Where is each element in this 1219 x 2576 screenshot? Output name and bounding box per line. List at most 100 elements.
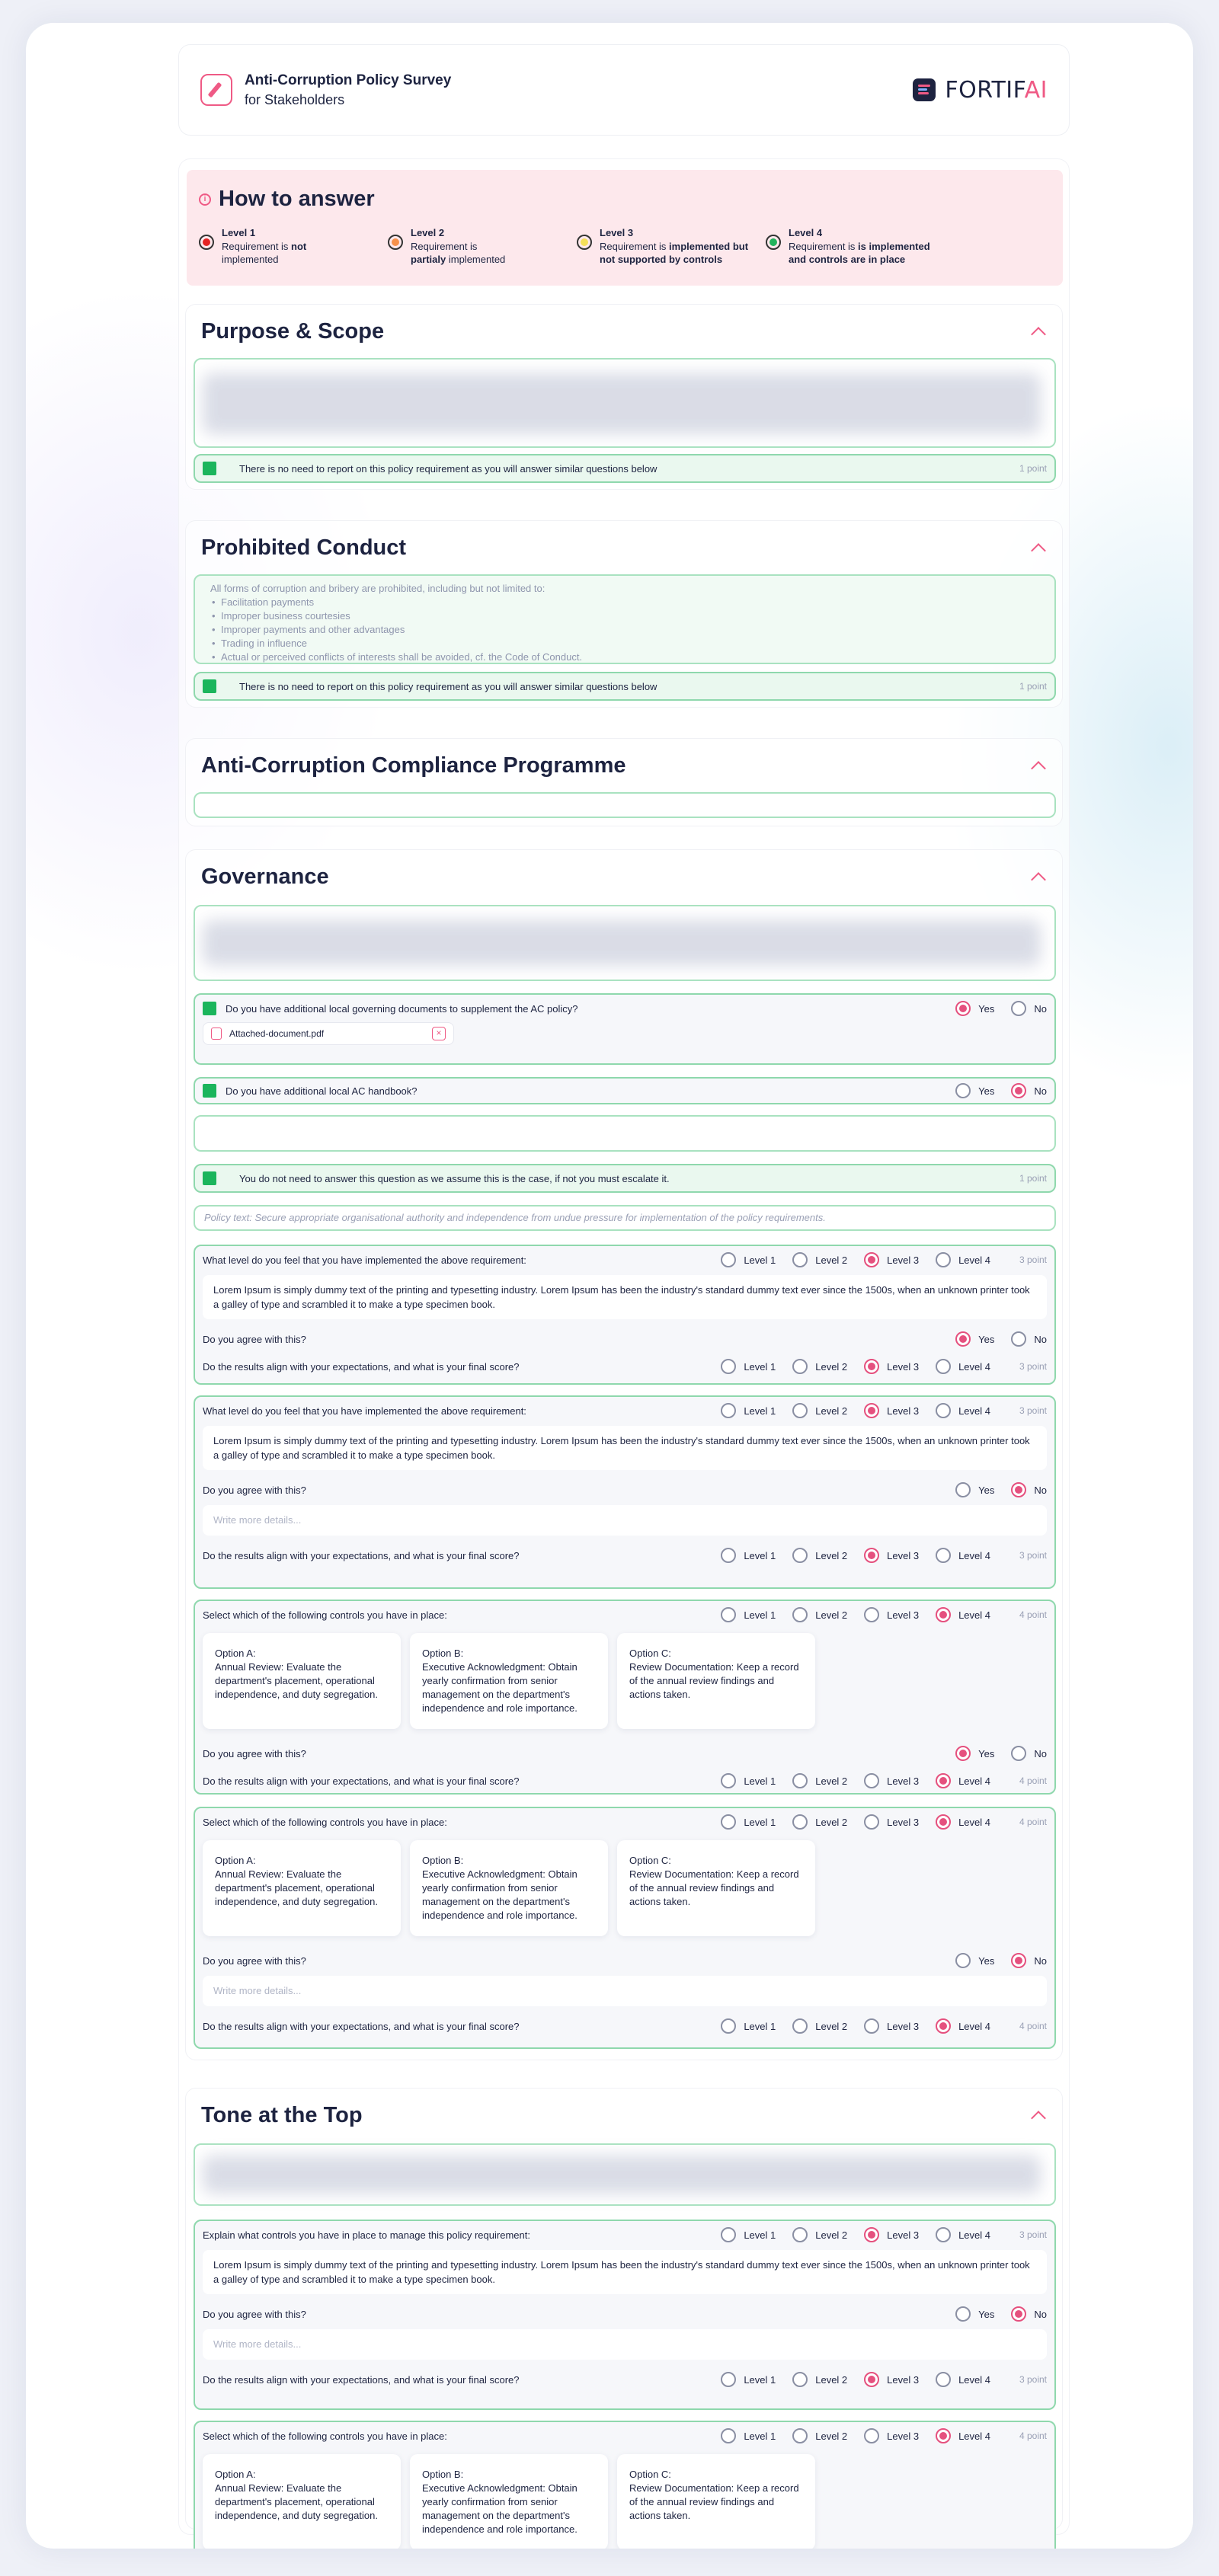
policy-text: Policy text: Secure appropriate organisa… [194,1205,1056,1231]
level-4-radio[interactable]: Level 4 [936,2227,990,2242]
survey-content: i How to answer Level 1 Requirement is no… [178,158,1070,2549]
level-4-radio[interactable]: Level 4 [936,1252,990,1267]
details-input[interactable]: Write more details... [203,1976,1047,2006]
chevron-up-icon[interactable] [1031,327,1046,342]
option-c-card[interactable]: Option C: Review Documentation: Keep a re… [617,1840,815,1936]
question-local-documents: Do you have additional local governing d… [194,993,1056,1065]
level-1-radio[interactable]: Level 1 [721,2428,776,2443]
details-input[interactable]: Write more details... [203,1505,1047,1536]
section-header[interactable]: Prohibited Conduct [186,521,1062,574]
level-3-radio[interactable]: Level 3 [864,1252,919,1267]
yes-radio[interactable]: Yes [955,1331,994,1347]
level-1-radio[interactable]: Level 1 [721,1814,776,1830]
yes-radio[interactable]: Yes [955,1746,994,1761]
level-1-legend: Level 1 Requirement is not implemented [199,227,388,266]
level-2-radio[interactable]: Level 2 [792,2227,847,2242]
level-2-radio[interactable]: Level 2 [792,1252,847,1267]
level-2-radio[interactable]: Level 2 [792,1359,847,1374]
level-1-radio[interactable]: Level 1 [721,1607,776,1622]
level-3-radio[interactable]: Level 3 [864,1773,919,1788]
level-4-radio[interactable]: Level 4 [936,1359,990,1374]
level-4-radio[interactable]: Level 4 [936,1548,990,1563]
chevron-up-icon[interactable] [1031,761,1046,776]
status-square-icon [203,1171,216,1185]
option-b-card[interactable]: Option B: Executive Acknowledgment: Obtai… [410,2454,608,2549]
level-1-radio[interactable]: Level 1 [721,1773,776,1788]
chevron-up-icon[interactable] [1031,2111,1046,2126]
level-3-radio[interactable]: Level 3 [864,2227,919,2242]
level-1-radio[interactable]: Level 1 [721,1359,776,1374]
level-2-radio[interactable]: Level 2 [792,1773,847,1788]
answer-text[interactable]: Lorem Ipsum is simply dummy text of the … [203,2250,1047,2294]
level-2-radio[interactable]: Level 2 [792,2018,847,2034]
no-radio[interactable]: No [1011,1083,1047,1098]
level-1-radio[interactable]: Level 1 [721,1548,776,1563]
level-2-radio[interactable]: Level 2 [792,1607,847,1622]
section-purpose-scope: Purpose & Scope There is no need to repo… [185,304,1063,490]
yes-radio[interactable]: Yes [955,1953,994,1968]
option-a-card[interactable]: Option A: Annual Review: Evaluate the dep… [203,2454,401,2549]
option-b-card[interactable]: Option B: Executive Acknowledgment: Obtai… [410,1840,608,1936]
yes-radio[interactable]: Yes [955,1001,994,1016]
level-2-radio[interactable]: Level 2 [792,1403,847,1418]
level-2-radio[interactable]: Level 2 [792,2372,847,2387]
level-4-radio[interactable]: Level 4 [936,1607,990,1622]
no-radio[interactable]: No [1011,2306,1047,2322]
option-b-card[interactable]: Option B: Executive Acknowledgment: Obtai… [410,1633,608,1729]
level-4-radio[interactable]: Level 4 [936,1403,990,1418]
level-3-radio[interactable]: Level 3 [864,1403,919,1418]
header-title-block: Anti-Corruption Policy Survey for Stakeh… [200,72,451,108]
level-4-radio[interactable]: Level 4 [936,1773,990,1788]
chevron-up-icon[interactable] [1031,872,1046,887]
level-1-radio[interactable]: Level 1 [721,2372,776,2387]
level-1-radio[interactable]: Level 1 [721,1403,776,1418]
section-header[interactable]: Governance [186,850,1062,903]
no-radio[interactable]: No [1011,1746,1047,1761]
option-c-card[interactable]: Option C: Review Documentation: Keep a re… [617,2454,815,2549]
yes-radio[interactable]: Yes [955,2306,994,2322]
no-report-note: There is no need to report on this polic… [194,454,1056,483]
level-4-radio[interactable]: Level 4 [936,2372,990,2387]
status-square-icon [203,1002,216,1015]
level-2-radio[interactable]: Level 2 [792,1814,847,1830]
level-3-radio[interactable]: Level 3 [864,2018,919,2034]
details-input[interactable]: Write more details... [203,2329,1047,2360]
level-3-radio[interactable]: Level 3 [864,2428,919,2443]
level-3-radio[interactable]: Level 3 [864,2372,919,2387]
level-3-radio[interactable]: Level 3 [864,1548,919,1563]
level-1-dot-icon [199,235,214,250]
no-radio[interactable]: No [1011,1953,1047,1968]
question-controls-2: Select which of the following controls y… [194,1807,1056,2049]
remove-file-icon[interactable]: × [432,1027,446,1040]
yes-radio[interactable]: Yes [955,1083,994,1098]
status-square-icon [203,462,216,475]
no-radio[interactable]: No [1011,1001,1047,1016]
level-3-radio[interactable]: Level 3 [864,1359,919,1374]
option-a-card[interactable]: Option A: Annual Review: Evaluate the dep… [203,1633,401,1729]
how-title: How to answer [219,187,375,211]
chevron-up-icon[interactable] [1031,543,1046,558]
brand-logo[interactable]: FORTIFAI [913,77,1048,104]
section-header[interactable]: Tone at the Top [186,2089,1062,2142]
no-radio[interactable]: No [1011,1482,1047,1497]
level-3-radio[interactable]: Level 3 [864,1814,919,1830]
option-c-card[interactable]: Option C: Review Documentation: Keep a re… [617,1633,815,1729]
level-1-radio[interactable]: Level 1 [721,1252,776,1267]
attached-file[interactable]: Attached-document.pdf × [203,1022,454,1045]
level-1-radio[interactable]: Level 1 [721,2227,776,2242]
option-a-card[interactable]: Option A: Annual Review: Evaluate the dep… [203,1840,401,1936]
level-4-radio[interactable]: Level 4 [936,2428,990,2443]
level-2-radio[interactable]: Level 2 [792,2428,847,2443]
survey-icon [200,74,232,106]
section-header[interactable]: Anti-Corruption Compliance Programme [186,739,1062,792]
section-header[interactable]: Purpose & Scope [186,305,1062,358]
yes-radio[interactable]: Yes [955,1482,994,1497]
level-2-radio[interactable]: Level 2 [792,1548,847,1563]
level-4-radio[interactable]: Level 4 [936,2018,990,2034]
answer-text[interactable]: Lorem Ipsum is simply dummy text of the … [203,1275,1047,1319]
level-4-radio[interactable]: Level 4 [936,1814,990,1830]
level-3-radio[interactable]: Level 3 [864,1607,919,1622]
level-1-radio[interactable]: Level 1 [721,2018,776,2034]
no-radio[interactable]: No [1011,1331,1047,1347]
answer-text[interactable]: Lorem Ipsum is simply dummy text of the … [203,1426,1047,1470]
